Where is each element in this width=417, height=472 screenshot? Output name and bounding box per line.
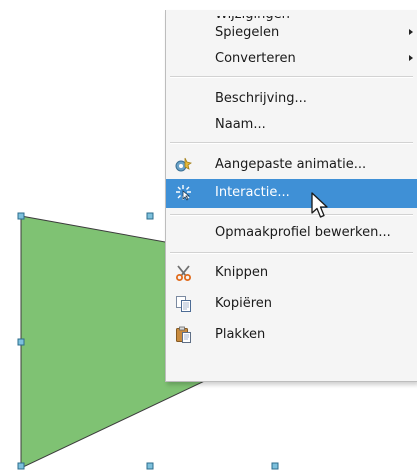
menu-item-spiegelen[interactable]: Spiegelen [166,19,417,47]
menu-separator [170,142,413,144]
handle-middle-left[interactable] [17,338,25,346]
submenu-arrow-icon [409,29,413,35]
handle-bottom-middle[interactable] [146,462,154,470]
menu-item-label: Kopiëren [215,296,272,311]
menu-separator [170,76,413,78]
menu-separator [170,214,413,216]
menu-item-label: Beschrijving... [215,91,307,106]
handle-top-middle[interactable] [146,212,154,220]
submenu-arrow-icon [409,55,413,61]
menu-item-plakken[interactable]: Plakken [166,321,417,349]
menu-item-label: Spiegelen [215,25,280,40]
context-menu: Wijzigingen Spiegelen Converteren Beschr… [165,10,417,382]
menu-item-knippen[interactable]: Knippen [166,259,417,287]
mouse-pointer-icon [311,192,328,218]
handle-bottom-left[interactable] [17,462,25,470]
handle-top-left[interactable] [17,212,25,220]
menu-item-kopieren[interactable]: Kopiëren [166,290,417,318]
menu-item-aangepaste-animatie[interactable]: Aangepaste animatie... [166,151,417,179]
menu-item-label: Converteren [215,51,296,66]
menu-item-opmaakprofiel-bewerken[interactable]: Opmaakprofiel bewerken... [166,219,417,247]
menu-item-beschrijving[interactable]: Beschrijving... [166,85,417,113]
scissors-icon [175,264,192,281]
paste-icon [175,326,192,343]
copy-icon [175,295,192,312]
menu-item-label: Aangepaste animatie... [215,157,367,172]
menu-item-label: Interactie... [215,185,290,200]
menu-item-label: Naam... [215,117,266,132]
menu-item-label: Plakken [215,327,266,342]
menu-separator [170,252,413,254]
handle-bottom-right[interactable] [271,462,279,470]
menu-item-converteren[interactable]: Converteren [166,45,417,73]
custom-animation-icon [175,156,192,173]
interaction-icon [175,184,192,201]
menu-item-label: Opmaakprofiel bewerken... [215,225,391,240]
menu-item-naam[interactable]: Naam... [166,111,417,139]
menu-item-label: Knippen [215,265,269,280]
menu-item-interactie[interactable]: Interactie... [166,179,417,208]
